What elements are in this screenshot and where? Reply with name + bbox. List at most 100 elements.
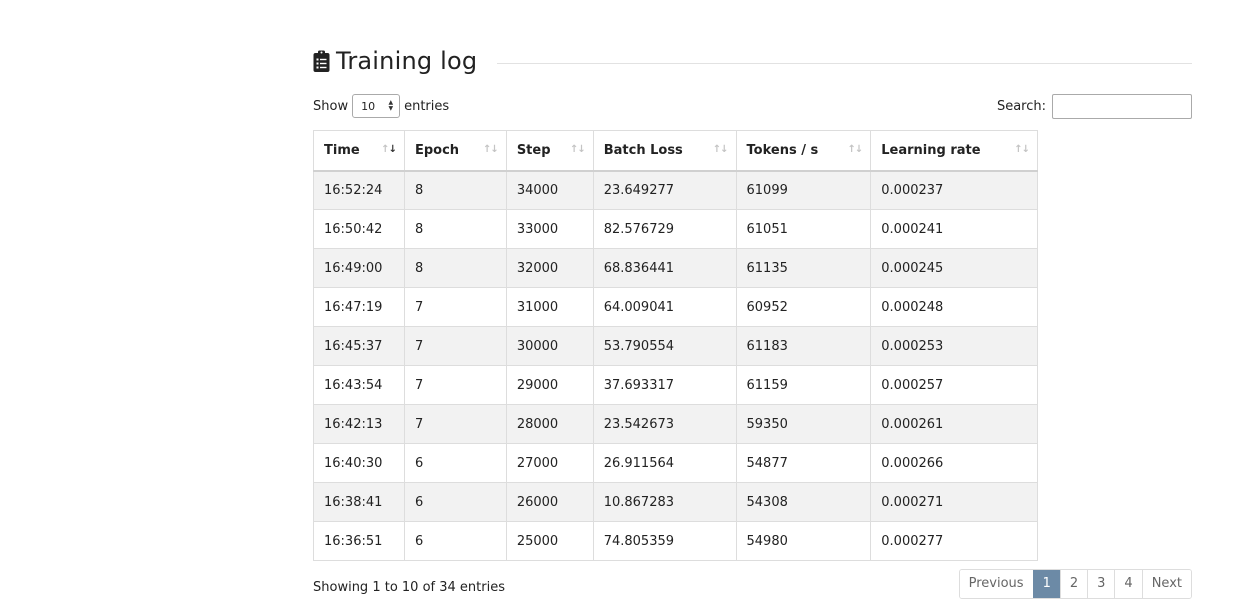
cell-learning-rate: 0.000237 bbox=[870, 170, 1038, 210]
cell-batch-loss: 64.009041 bbox=[592, 287, 737, 327]
cell-step: 29000 bbox=[505, 365, 594, 405]
table-controls: Show 10 ▲ ▼ entries Search: bbox=[313, 90, 1192, 124]
cell-tokens-per-second: 61099 bbox=[735, 170, 872, 210]
column-header-time[interactable]: Time ↑↓ bbox=[313, 130, 405, 172]
cell-epoch: 6 bbox=[403, 521, 507, 561]
entries-length-control: Show 10 ▲ ▼ entries bbox=[313, 94, 449, 118]
cell-batch-loss: 82.576729 bbox=[592, 209, 737, 249]
show-label: Show bbox=[313, 98, 349, 114]
next-button[interactable]: Next bbox=[1141, 570, 1191, 598]
table-row: 16:40:30 6 27000 26.911564 54877 0.00026… bbox=[313, 443, 1038, 483]
table-header-row: Time ↑↓ Epoch ↑↓ Step ↑↓ Batch Loss ↑↓ T… bbox=[313, 130, 1038, 172]
cell-tokens-per-second: 61159 bbox=[735, 365, 872, 405]
cell-step: 32000 bbox=[505, 248, 594, 288]
table-row: 16:49:00 8 32000 68.836441 61135 0.00024… bbox=[313, 248, 1038, 288]
page-button-1[interactable]: 1 bbox=[1032, 570, 1060, 598]
sort-icon: ↑↓ bbox=[1014, 144, 1030, 155]
table-row: 16:36:51 6 25000 74.805359 54980 0.00027… bbox=[313, 521, 1038, 561]
cell-step: 27000 bbox=[505, 443, 594, 483]
cell-epoch: 8 bbox=[403, 209, 507, 249]
section-heading: Training log bbox=[313, 44, 1192, 78]
cell-time: 16:52:24 bbox=[313, 170, 405, 210]
cell-tokens-per-second: 59350 bbox=[735, 404, 872, 444]
cell-learning-rate: 0.000257 bbox=[870, 365, 1038, 405]
cell-step: 26000 bbox=[505, 482, 594, 522]
page-button-3[interactable]: 3 bbox=[1087, 570, 1115, 598]
entries-per-page-value: 10 bbox=[361, 99, 376, 113]
cell-step: 33000 bbox=[505, 209, 594, 249]
column-header-learning-rate[interactable]: Learning rate ↑↓ bbox=[870, 130, 1038, 172]
cell-epoch: 6 bbox=[403, 443, 507, 483]
cell-batch-loss: 74.805359 bbox=[592, 521, 737, 561]
sort-icon: ↑↓ bbox=[483, 144, 499, 155]
cell-batch-loss: 10.867283 bbox=[592, 482, 737, 522]
table-footer: Showing 1 to 10 of 34 entries Previous 1… bbox=[313, 568, 1192, 608]
clipboard-list-icon bbox=[313, 50, 330, 72]
sort-icon: ↑↓ bbox=[847, 144, 864, 155]
cell-epoch: 7 bbox=[403, 326, 507, 366]
cell-tokens-per-second: 61183 bbox=[735, 326, 872, 366]
table-row: 16:43:54 7 29000 37.693317 61159 0.00025… bbox=[313, 365, 1038, 405]
cell-step: 25000 bbox=[505, 521, 594, 561]
column-header-batch-loss[interactable]: Batch Loss ↑↓ bbox=[592, 130, 737, 172]
training-log-section: Training log Show 10 ▲ ▼ entries Search: … bbox=[313, 44, 1192, 608]
cell-batch-loss: 23.542673 bbox=[592, 404, 737, 444]
cell-time: 16:49:00 bbox=[313, 248, 405, 288]
entries-label: entries bbox=[404, 98, 450, 114]
select-arrows-icon: ▲ ▼ bbox=[388, 99, 394, 112]
cell-step: 31000 bbox=[505, 287, 594, 327]
table-row: 16:50:42 8 33000 82.576729 61051 0.00024… bbox=[313, 209, 1038, 249]
cell-time: 16:40:30 bbox=[313, 443, 405, 483]
cell-time: 16:50:42 bbox=[313, 209, 405, 249]
cell-tokens-per-second: 60952 bbox=[735, 287, 872, 327]
cell-epoch: 7 bbox=[403, 287, 507, 327]
previous-button[interactable]: Previous bbox=[959, 570, 1033, 598]
cell-batch-loss: 37.693317 bbox=[592, 365, 737, 405]
sort-icon: ↑↓ bbox=[569, 144, 586, 155]
cell-learning-rate: 0.000277 bbox=[870, 521, 1038, 561]
page-title: Training log bbox=[336, 47, 478, 75]
cell-batch-loss: 23.649277 bbox=[592, 170, 737, 210]
cell-time: 16:47:19 bbox=[313, 287, 405, 327]
page-button-2[interactable]: 2 bbox=[1059, 570, 1088, 598]
page-button-4[interactable]: 4 bbox=[1114, 570, 1142, 598]
search-input[interactable] bbox=[1052, 94, 1192, 119]
sort-icon: ↑↓ bbox=[712, 144, 729, 155]
table-row: 16:52:24 8 34000 23.649277 61099 0.00023… bbox=[313, 170, 1038, 210]
cell-time: 16:36:51 bbox=[313, 521, 405, 561]
cell-step: 34000 bbox=[505, 170, 594, 210]
column-header-step[interactable]: Step ↑↓ bbox=[505, 130, 594, 172]
cell-time: 16:45:37 bbox=[313, 326, 405, 366]
cell-time: 16:43:54 bbox=[313, 365, 405, 405]
search-control: Search: bbox=[997, 94, 1192, 119]
cell-batch-loss: 68.836441 bbox=[592, 248, 737, 288]
sort-descending-icon: ↑↓ bbox=[381, 144, 397, 155]
entries-per-page-select[interactable]: 10 ▲ ▼ bbox=[352, 94, 401, 118]
cell-learning-rate: 0.000253 bbox=[870, 326, 1038, 366]
cell-time: 16:38:41 bbox=[313, 482, 405, 522]
cell-epoch: 8 bbox=[403, 170, 507, 210]
cell-batch-loss: 53.790554 bbox=[592, 326, 737, 366]
cell-learning-rate: 0.000271 bbox=[870, 482, 1038, 522]
cell-time: 16:42:13 bbox=[313, 404, 405, 444]
cell-epoch: 7 bbox=[403, 404, 507, 444]
training-log-table: Time ↑↓ Epoch ↑↓ Step ↑↓ Batch Loss ↑↓ T… bbox=[313, 130, 1038, 561]
cell-learning-rate: 0.000248 bbox=[870, 287, 1038, 327]
cell-tokens-per-second: 61135 bbox=[735, 248, 872, 288]
cell-step: 30000 bbox=[505, 326, 594, 366]
column-header-tokens-per-second[interactable]: Tokens / s ↑↓ bbox=[735, 130, 872, 172]
cell-learning-rate: 0.000266 bbox=[870, 443, 1038, 483]
table-row: 16:42:13 7 28000 23.542673 59350 0.00026… bbox=[313, 404, 1038, 444]
table-info: Showing 1 to 10 of 34 entries bbox=[313, 580, 505, 595]
table-row: 16:38:41 6 26000 10.867283 54308 0.00027… bbox=[313, 482, 1038, 522]
cell-step: 28000 bbox=[505, 404, 594, 444]
cell-tokens-per-second: 54980 bbox=[735, 521, 872, 561]
column-header-epoch[interactable]: Epoch ↑↓ bbox=[403, 130, 507, 172]
cell-learning-rate: 0.000245 bbox=[870, 248, 1038, 288]
pagination: Previous 1 2 3 4 Next bbox=[958, 569, 1192, 599]
cell-tokens-per-second: 54877 bbox=[735, 443, 872, 483]
table-row: 16:47:19 7 31000 64.009041 60952 0.00024… bbox=[313, 287, 1038, 327]
cell-learning-rate: 0.000261 bbox=[870, 404, 1038, 444]
search-label: Search: bbox=[996, 99, 1046, 114]
cell-batch-loss: 26.911564 bbox=[592, 443, 737, 483]
